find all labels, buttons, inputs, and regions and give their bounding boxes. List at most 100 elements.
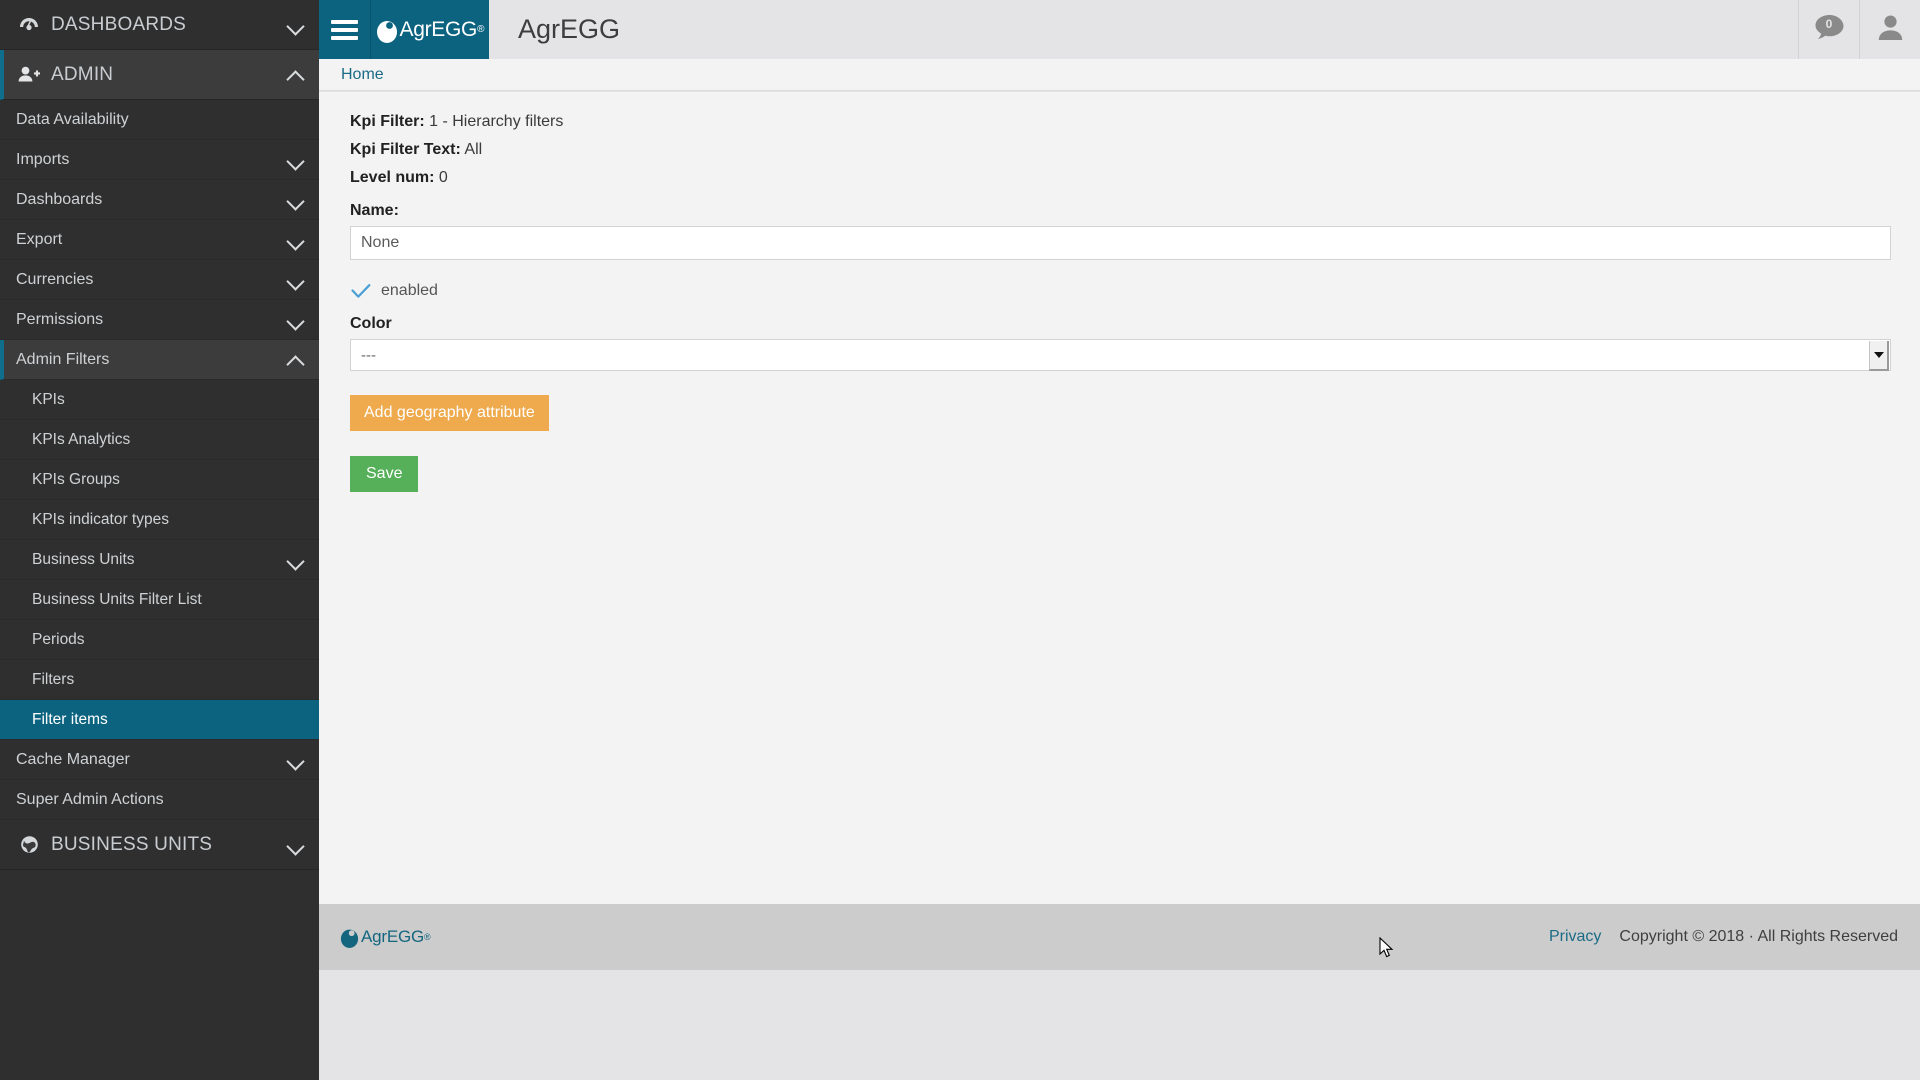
page-footer: AgrEGG ® Privacy Copyright © 2018 · All … xyxy=(319,904,1920,970)
dashboard-gauge-icon xyxy=(16,17,42,33)
sidebar-item-label: Dashboards xyxy=(16,190,103,208)
color-field-label: Color xyxy=(350,315,392,332)
footer-right: Privacy Copyright © 2018 · All Rights Re… xyxy=(1549,928,1898,946)
level-num-value: 0 xyxy=(438,169,448,186)
sidebar-item-export[interactable]: Export xyxy=(0,220,319,260)
chevron-down-icon xyxy=(287,271,305,289)
copyright-text: Copyright © 2018 · All Rights Reserved xyxy=(1619,928,1898,945)
privacy-link[interactable]: Privacy xyxy=(1549,928,1601,946)
sidebar: DASHBOARDS ADMIN Data Availability Impor… xyxy=(0,0,319,1080)
save-row: Save xyxy=(350,431,1894,492)
chevron-down-icon xyxy=(287,836,305,854)
sidebar-item-business-units[interactable]: Business Units xyxy=(0,540,319,580)
name-field-label: Name: xyxy=(350,202,399,219)
sidebar-item-data-availability[interactable]: Data Availability xyxy=(0,100,319,140)
kpi-filter-row: Kpi Filter: 1 - Hierarchy filters xyxy=(350,112,1894,132)
sidebar-item-filter-items[interactable]: Filter items xyxy=(0,700,319,740)
footer-brand-name: AgrEGG xyxy=(361,927,425,946)
chevron-down-icon xyxy=(287,551,305,569)
color-select-value: --- xyxy=(361,346,376,364)
sidebar-item-label: Imports xyxy=(16,150,70,168)
sidebar-section-business-units[interactable]: BUSINESS UNITS xyxy=(0,820,319,870)
sidebar-item-label: Filter items xyxy=(32,710,108,728)
chevron-down-icon xyxy=(287,16,305,34)
sidebar-item-label: Cache Manager xyxy=(16,750,130,768)
sidebar-item-kpis-analytics[interactable]: KPIs Analytics xyxy=(0,420,319,460)
sidebar-item-label: Business Units Filter List xyxy=(32,590,202,608)
brand-registered-mark: ® xyxy=(477,24,485,35)
app-root: DASHBOARDS ADMIN Data Availability Impor… xyxy=(0,0,1920,1080)
brand-logo-button[interactable]: AgrEGG ® xyxy=(371,0,489,59)
page-title: AgrEGG xyxy=(518,14,621,44)
user-avatar-icon xyxy=(1877,14,1904,46)
brand-name: AgrEGG xyxy=(399,17,478,41)
sidebar-section-label: ADMIN xyxy=(51,63,114,85)
chevron-down-icon[interactable] xyxy=(1869,341,1889,371)
kpi-filter-text-label: Kpi Filter Text: xyxy=(350,141,461,158)
level-num-label: Level num: xyxy=(350,169,435,186)
footer-brand: AgrEGG ® xyxy=(340,926,431,948)
kpi-filter-label: Kpi Filter: xyxy=(350,113,425,130)
sidebar-item-imports[interactable]: Imports xyxy=(0,140,319,180)
agregg-egg-icon xyxy=(340,926,359,948)
check-icon xyxy=(350,281,372,301)
enabled-checkbox-row[interactable]: enabled xyxy=(350,281,1894,301)
save-button[interactable]: Save xyxy=(350,456,419,492)
sidebar-item-label: KPIs Analytics xyxy=(32,430,131,448)
chevron-down-icon xyxy=(287,191,305,209)
add-geography-row: Add geography attribute xyxy=(350,371,1894,431)
footer-registered-mark: ® xyxy=(424,932,431,942)
sidebar-item-label: Currencies xyxy=(16,270,94,288)
sidebar-section-admin[interactable]: ADMIN xyxy=(0,50,319,100)
main-content: Kpi Filter: 1 - Hierarchy filters Kpi Fi… xyxy=(319,92,1920,904)
sidebar-item-label: Periods xyxy=(32,630,85,648)
sidebar-item-super-admin-actions[interactable]: Super Admin Actions xyxy=(0,780,319,820)
page-background-below-footer xyxy=(319,970,1920,1080)
menu-toggle-button[interactable] xyxy=(319,0,371,59)
sidebar-item-kpis-indicator-types[interactable]: KPIs indicator types xyxy=(0,500,319,540)
sidebar-item-kpis[interactable]: KPIs xyxy=(0,380,319,420)
globe-icon xyxy=(16,835,42,854)
name-input[interactable] xyxy=(350,226,1891,260)
chevron-up-icon xyxy=(287,66,305,84)
chevron-down-icon xyxy=(287,151,305,169)
kpi-filter-text-value: All xyxy=(464,141,483,158)
sidebar-item-label: KPIs indicator types xyxy=(32,510,169,528)
chevron-up-icon xyxy=(287,351,305,369)
notification-count-badge: 0 xyxy=(1825,17,1833,31)
add-geography-attribute-button[interactable]: Add geography attribute xyxy=(350,395,549,431)
sidebar-item-currencies[interactable]: Currencies xyxy=(0,260,319,300)
sidebar-section-label: DASHBOARDS xyxy=(51,13,187,35)
sidebar-item-label: Export xyxy=(16,230,63,248)
kpi-filter-value: 1 - Hierarchy filters xyxy=(429,113,564,130)
sidebar-item-label: Permissions xyxy=(16,310,104,328)
sidebar-item-label: Data Availability xyxy=(16,110,129,128)
breadcrumb-home-link[interactable]: Home xyxy=(341,66,384,84)
sidebar-section-label: BUSINESS UNITS xyxy=(51,833,213,855)
sidebar-item-periods[interactable]: Periods xyxy=(0,620,319,660)
agregg-egg-icon xyxy=(376,17,398,43)
sidebar-item-label: Admin Filters xyxy=(16,350,110,368)
chevron-down-icon xyxy=(287,311,305,329)
color-select[interactable]: --- xyxy=(350,339,1891,371)
sidebar-item-permissions[interactable]: Permissions xyxy=(0,300,319,340)
sidebar-item-cache-manager[interactable]: Cache Manager xyxy=(0,740,319,780)
sidebar-item-filters[interactable]: Filters xyxy=(0,660,319,700)
chevron-down-icon xyxy=(287,231,305,249)
sidebar-item-kpis-groups[interactable]: KPIs Groups xyxy=(0,460,319,500)
kpi-filter-text-row: Kpi Filter Text: All xyxy=(350,140,1894,160)
sidebar-item-label: Super Admin Actions xyxy=(16,790,164,808)
chevron-down-icon xyxy=(287,751,305,769)
level-num-row: Level num: 0 xyxy=(350,168,1894,188)
hamburger-icon xyxy=(331,16,358,44)
top-header-bar: AgrEGG ® AgrEGG 0 xyxy=(319,0,1920,59)
sidebar-item-label: Business Units xyxy=(32,550,135,568)
sidebar-item-label: Filters xyxy=(32,670,75,688)
sidebar-item-label: KPIs Groups xyxy=(32,470,120,488)
sidebar-item-business-units-filter-list[interactable]: Business Units Filter List xyxy=(0,580,319,620)
sidebar-item-dashboards[interactable]: Dashboards xyxy=(0,180,319,220)
user-menu-button[interactable] xyxy=(1859,0,1920,59)
notifications-button[interactable]: 0 xyxy=(1798,0,1859,59)
sidebar-section-dashboards[interactable]: DASHBOARDS xyxy=(0,0,319,50)
sidebar-item-admin-filters[interactable]: Admin Filters xyxy=(0,340,319,380)
